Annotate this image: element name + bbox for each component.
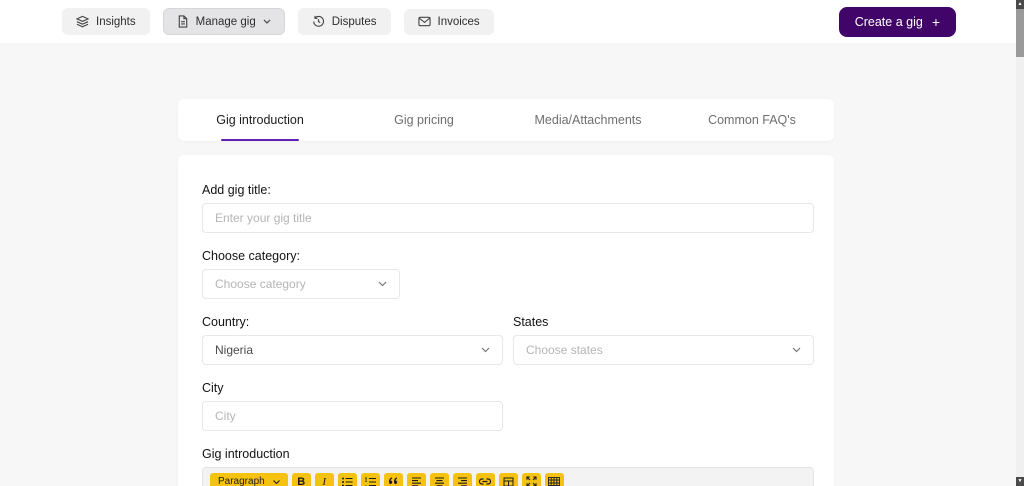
fullscreen-icon — [526, 476, 537, 486]
toolbar-bold-button[interactable]: B — [291, 472, 311, 486]
nav-disputes[interactable]: Disputes — [297, 8, 391, 35]
scrollbar-thumb[interactable] — [1016, 9, 1024, 57]
chevron-down-icon — [378, 281, 387, 287]
chevron-down-icon — [263, 19, 271, 24]
document-icon — [177, 15, 189, 28]
category-select[interactable]: Choose category — [202, 269, 400, 299]
blockquote-icon — [388, 477, 399, 486]
dispute-history-icon — [312, 15, 325, 28]
chevron-down-icon — [481, 347, 490, 353]
editor-toolbar: Paragraph B I — [203, 468, 813, 486]
top-bar: Insights Manage gig Disputes Invoices Cr… — [0, 0, 1024, 43]
invoice-envelope-icon — [417, 16, 431, 27]
top-nav-group: Insights Manage gig Disputes Invoices — [62, 8, 494, 35]
city-label: City — [202, 381, 224, 395]
category-select-value: Choose category — [215, 277, 306, 291]
toolbar-italic-button[interactable]: I — [314, 472, 334, 486]
toolbar-link-button[interactable] — [475, 472, 495, 486]
tab-gig-introduction-label: Gig introduction — [216, 113, 304, 127]
scroll-down-arrow[interactable]: ▼ — [1016, 477, 1024, 486]
align-center-icon — [434, 476, 445, 486]
unordered-list-icon — [341, 477, 353, 486]
nav-invoices[interactable]: Invoices — [403, 8, 494, 35]
align-left-icon — [411, 476, 422, 486]
tab-media-attachments-label: Media/Attachments — [534, 113, 642, 127]
main-content: Gig introduction Gig pricing Media/Attac… — [0, 99, 1024, 486]
create-gig-label: Create a gig — [854, 14, 923, 29]
rich-text-editor: Paragraph B I — [202, 467, 814, 486]
table-icon — [503, 477, 514, 486]
vertical-scrollbar[interactable]: ▲ ▼ — [1016, 0, 1024, 486]
plus-icon: + — [931, 13, 940, 30]
states-label: States — [513, 315, 549, 329]
gig-form-card: Add gig title: Choose category: Choose c… — [178, 155, 834, 486]
tab-common-faqs-label: Common FAQ's — [708, 113, 796, 127]
gig-tabs-card: Gig introduction Gig pricing Media/Attac… — [178, 99, 834, 141]
nav-manage-gig-label: Manage gig — [195, 15, 256, 28]
ordered-list-icon — [364, 476, 376, 486]
city-input[interactable] — [202, 401, 503, 431]
nav-insights-label: Insights — [96, 15, 136, 28]
country-select[interactable]: Nigeria — [202, 335, 503, 365]
category-label: Choose category: — [202, 249, 300, 263]
country-label: Country: — [202, 315, 250, 329]
link-icon — [479, 478, 492, 485]
country-select-value: Nigeria — [215, 343, 254, 357]
nav-disputes-label: Disputes — [331, 15, 377, 28]
insights-icon — [76, 15, 89, 28]
tab-gig-pricing[interactable]: Gig pricing — [342, 99, 506, 141]
toolbar-blockquote-button[interactable] — [383, 472, 403, 486]
states-select-value: Choose states — [526, 343, 603, 357]
toolbar-fullscreen-button[interactable] — [521, 472, 541, 486]
paragraph-select-label: Paragraph — [218, 476, 265, 486]
nav-invoices-label: Invoices — [437, 15, 480, 28]
toolbar-table-button[interactable] — [498, 472, 518, 486]
toolbar-numbered-list-button[interactable] — [360, 472, 380, 486]
nav-insights[interactable]: Insights — [62, 8, 150, 35]
create-gig-button[interactable]: Create a gig + — [838, 6, 956, 37]
toolbar-align-right-button[interactable] — [452, 472, 472, 486]
gig-introduction-label: Gig introduction — [202, 447, 290, 461]
gig-title-input[interactable] — [202, 203, 814, 233]
toolbar-bullet-list-button[interactable] — [337, 472, 357, 486]
nav-manage-gig[interactable]: Manage gig — [162, 8, 285, 35]
gig-title-label: Add gig title: — [202, 183, 271, 197]
toolbar-align-center-button[interactable] — [429, 472, 449, 486]
bold-icon: B — [297, 475, 306, 486]
align-right-icon — [457, 476, 468, 486]
scroll-up-arrow[interactable]: ▲ — [1016, 0, 1024, 9]
tab-gig-introduction[interactable]: Gig introduction — [178, 99, 342, 141]
toolbar-paragraph-select[interactable]: Paragraph — [210, 472, 288, 486]
grid-icon — [548, 477, 561, 486]
toolbar-align-left-button[interactable] — [406, 472, 426, 486]
tab-common-faqs[interactable]: Common FAQ's — [670, 99, 834, 141]
chevron-down-icon — [792, 347, 801, 353]
tab-gig-pricing-label: Gig pricing — [394, 113, 454, 127]
toolbar-grid-button[interactable] — [544, 472, 564, 486]
italic-icon: I — [322, 475, 327, 486]
chevron-down-icon — [272, 479, 280, 484]
tab-media-attachments[interactable]: Media/Attachments — [506, 99, 670, 141]
states-select[interactable]: Choose states — [513, 335, 814, 365]
